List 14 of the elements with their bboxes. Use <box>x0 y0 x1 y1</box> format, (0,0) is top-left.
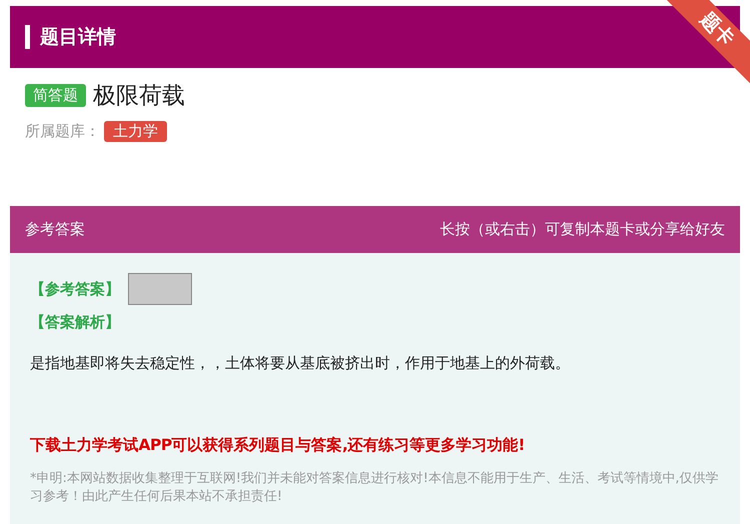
share-hint: 长按（或右击）可复制本题卡或分享给好友 <box>440 220 725 239</box>
title-accent-bar <box>25 25 30 49</box>
bank-tag[interactable]: 土力学 <box>104 121 167 142</box>
answer-title: 参考答案 <box>25 220 85 239</box>
disclaimer-text: *申明:本网站数据收集整理于互联网!我们并未能对答案信息进行核对!本信息不能用于生产、生活、考试等情境中,仅供学习参考！由此产生任何后果本站不承担责任! <box>30 470 720 506</box>
promo-text: 下载土力学考试APP可以获得系列题目与答案,还有练习等更多学习功能! <box>30 435 526 456</box>
question-type-tag: 简答题 <box>25 84 86 107</box>
analysis-label: 【答案解析】 <box>30 313 121 332</box>
section-title: 题目详情 <box>40 25 116 50</box>
answer-label: 【参考答案】 <box>30 280 120 298</box>
answer-image-placeholder <box>128 273 192 305</box>
analysis-text: 是指地基即将失去稳定性，，土体将要从基底被挤出时，作用于地基上的外荷载。 <box>30 354 571 373</box>
bank-label: 所属题库： <box>25 122 100 141</box>
question-text: 极限荷载 <box>93 82 185 111</box>
